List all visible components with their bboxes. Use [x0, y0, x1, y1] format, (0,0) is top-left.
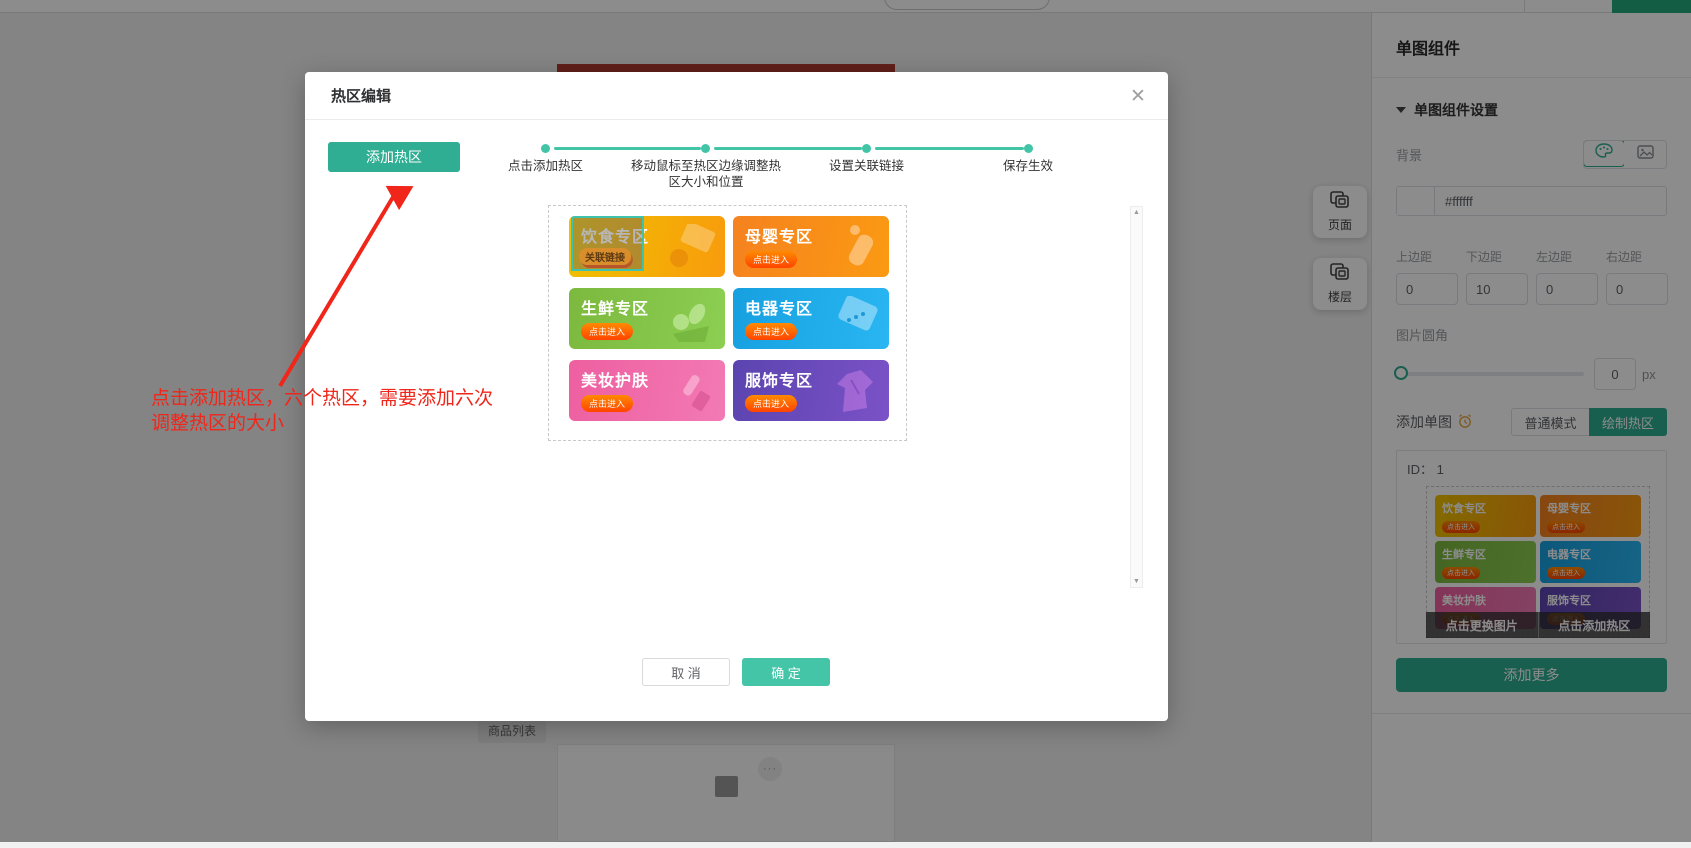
tile-fresh[interactable]: 生鲜专区 点击进入: [569, 288, 725, 349]
step-label-3: 设置关联链接: [804, 158, 929, 174]
scroll-up-icon[interactable]: ▲: [1133, 209, 1140, 216]
tile-beauty[interactable]: 美妆护肤 点击进入: [569, 360, 725, 421]
step-label-4: 保存生效: [978, 158, 1078, 174]
dialog-title: 热区编辑: [331, 85, 391, 106]
preview-scrollbar[interactable]: ▲ ▼: [1130, 206, 1143, 588]
step-dot-2: [701, 144, 710, 153]
add-hotzone-button[interactable]: 添加热区: [328, 142, 460, 172]
tile-apparel[interactable]: 服饰专区 点击进入: [733, 360, 889, 421]
tile-appliance[interactable]: 电器专区 点击进入: [733, 288, 889, 349]
hotzone-edit-dialog: 热区编辑 ✕ 添加热区 点击添加热区 移动鼠标至热区边缘调整热区大小和位置 设置…: [305, 72, 1168, 721]
close-icon[interactable]: ✕: [1124, 82, 1152, 110]
step-line: [714, 147, 862, 150]
scroll-down-icon[interactable]: ▼: [1133, 578, 1140, 585]
banner-image-preview[interactable]: 饮食专区 点击进入 关联链接 母婴专区 点击进入 生: [548, 205, 907, 441]
step-label-1: 点击添加热区: [483, 158, 608, 174]
confirm-button[interactable]: 确 定: [742, 658, 830, 686]
step-dot-3: [862, 144, 871, 153]
step-line: [554, 147, 701, 150]
hotzone-selection[interactable]: 关联链接: [571, 216, 644, 271]
dialog-header: 热区编辑: [305, 72, 1168, 120]
cancel-button[interactable]: 取 消: [642, 658, 730, 686]
chocolate-icon: [665, 224, 717, 275]
step-label-2: 移动鼠标至热区边缘调整热区大小和位置: [625, 158, 787, 190]
washing-machine-icon: [827, 296, 881, 349]
hotzone-link-label[interactable]: 关联链接: [579, 248, 631, 265]
step-dot-4: [1024, 144, 1033, 153]
baby-bottle-icon: [831, 224, 881, 277]
lipstick-icon: [667, 368, 717, 421]
tile-baby[interactable]: 母婴专区 点击进入: [733, 216, 889, 277]
step-line: [875, 147, 1024, 150]
vegetables-icon: [663, 296, 717, 349]
step-dot-1: [541, 144, 550, 153]
tile-food[interactable]: 饮食专区 点击进入 关联链接: [569, 216, 725, 277]
clothes-icon: [827, 368, 881, 421]
